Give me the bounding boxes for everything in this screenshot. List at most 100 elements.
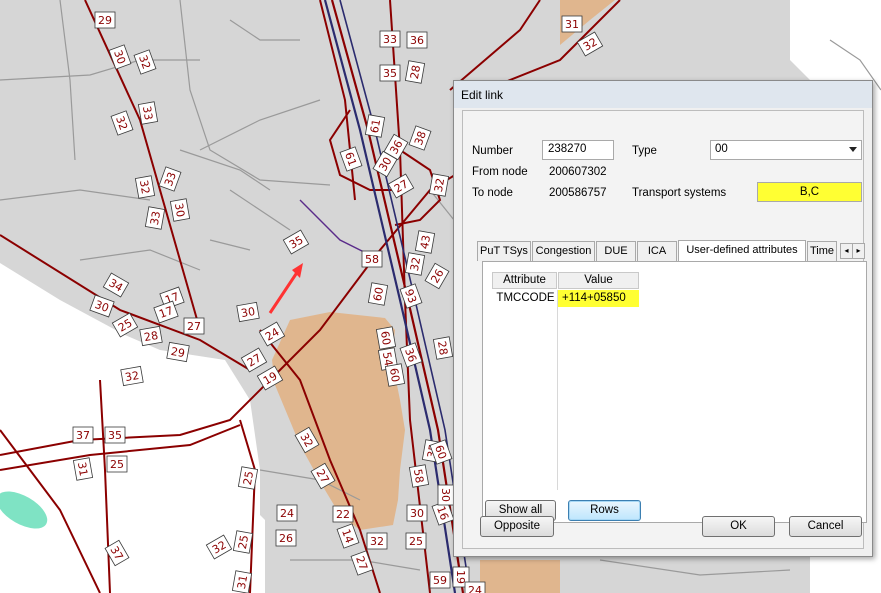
svg-text:26: 26 xyxy=(279,532,293,545)
transport-systems-label: Transport systems xyxy=(632,187,727,199)
svg-text:27: 27 xyxy=(187,320,201,333)
svg-text:25: 25 xyxy=(241,470,256,486)
link-label: 37 xyxy=(72,426,94,444)
svg-text:59: 59 xyxy=(433,574,447,587)
svg-text:33: 33 xyxy=(148,210,163,226)
svg-text:36: 36 xyxy=(410,34,424,47)
link-label: 31 xyxy=(231,570,253,593)
svg-text:35: 35 xyxy=(108,429,122,442)
svg-text:37: 37 xyxy=(76,429,90,442)
svg-text:32: 32 xyxy=(124,369,140,384)
rows-button[interactable]: Rows xyxy=(568,500,641,521)
link-label: 58 xyxy=(408,464,430,488)
link-label: 43 xyxy=(414,230,436,254)
svg-text:24: 24 xyxy=(280,507,294,520)
table-row-attribute[interactable]: TMCCODE xyxy=(494,290,557,307)
svg-text:43: 43 xyxy=(418,234,433,250)
from-node-label: From node xyxy=(472,166,528,178)
type-label: Type xyxy=(632,145,657,157)
dialog-title: Edit link xyxy=(461,88,504,102)
svg-text:33: 33 xyxy=(140,105,155,121)
link-label: 33 xyxy=(144,206,166,230)
tab-user-defined-attributes[interactable]: User-defined attributes xyxy=(678,240,806,262)
link-label: 58 xyxy=(361,250,383,268)
link-label: 35 xyxy=(104,426,126,444)
svg-text:31: 31 xyxy=(75,461,90,477)
dialog-titlebar[interactable]: Edit link xyxy=(454,81,872,108)
link-label: 25 xyxy=(106,455,128,473)
svg-text:25: 25 xyxy=(236,534,251,550)
svg-text:31: 31 xyxy=(235,574,250,590)
link-label: 59 xyxy=(429,571,451,589)
link-label: 60 xyxy=(384,363,406,387)
svg-text:29: 29 xyxy=(98,14,112,27)
svg-text:33: 33 xyxy=(383,33,397,46)
link-label: 29 xyxy=(166,341,190,363)
to-node-label: To node xyxy=(472,187,513,199)
user-defined-attributes-panel: Attribute Value TMCCODE +114+05850 Show … xyxy=(482,261,867,523)
link-label: 30 xyxy=(236,301,260,323)
grid-divider xyxy=(557,290,558,490)
number-label: Number xyxy=(472,145,513,157)
tab-scroll-right-icon[interactable]: ▸ xyxy=(852,243,865,259)
number-field[interactable]: 238270 xyxy=(542,140,614,160)
tab-put-tsys[interactable]: PuT TSys xyxy=(477,241,531,261)
svg-text:30: 30 xyxy=(439,488,452,502)
link-label: 25 xyxy=(405,532,427,550)
link-label: 33 xyxy=(379,30,401,48)
from-node-value: 200607302 xyxy=(549,166,607,178)
svg-text:30: 30 xyxy=(172,202,187,218)
svg-text:60: 60 xyxy=(371,286,386,302)
svg-text:25: 25 xyxy=(110,458,124,471)
link-label: 22 xyxy=(332,505,354,523)
svg-text:28: 28 xyxy=(408,64,423,80)
link-label: 32 xyxy=(120,365,144,387)
value-column-header[interactable]: Value xyxy=(558,272,639,289)
link-label: 25 xyxy=(232,530,254,554)
svg-text:25: 25 xyxy=(409,535,423,548)
link-label: 60 xyxy=(375,326,397,350)
svg-text:30: 30 xyxy=(240,305,256,320)
link-label: 27 xyxy=(183,317,205,335)
svg-text:32: 32 xyxy=(137,179,152,195)
table-row-value[interactable]: +114+05850 xyxy=(558,290,639,307)
dialog-body: Number 238270 Type 00 From node 20060730… xyxy=(462,110,867,549)
link-label: 33 xyxy=(137,101,159,125)
tab-time[interactable]: Time xyxy=(807,241,837,261)
svg-text:30: 30 xyxy=(410,507,424,520)
link-label: 24 xyxy=(276,504,298,522)
tab-due[interactable]: DUE xyxy=(596,241,636,261)
link-label: 60 xyxy=(367,282,389,306)
svg-text:24: 24 xyxy=(468,584,482,593)
svg-text:61: 61 xyxy=(368,118,383,134)
attributes-grid: Attribute Value TMCCODE +114+05850 xyxy=(492,270,847,490)
type-select-value: 00 xyxy=(715,143,728,155)
link-label: 25 xyxy=(237,466,259,490)
sand-area-bottom xyxy=(480,560,560,593)
link-label: 32 xyxy=(404,252,426,276)
svg-text:28: 28 xyxy=(435,340,450,356)
tab-congestion[interactable]: Congestion xyxy=(532,241,595,261)
type-select[interactable]: 00 xyxy=(710,140,862,160)
svg-text:60: 60 xyxy=(378,330,393,346)
link-label: 28 xyxy=(404,60,426,84)
transport-systems-field[interactable]: B,C xyxy=(757,182,862,202)
link-label: 32 xyxy=(366,532,388,550)
cancel-button[interactable]: Cancel xyxy=(789,516,862,537)
link-label: 30 xyxy=(437,484,455,506)
chevron-down-icon xyxy=(849,147,857,152)
svg-text:54: 54 xyxy=(380,351,395,367)
ok-button[interactable]: OK xyxy=(702,516,775,537)
to-node-value: 200586757 xyxy=(549,187,607,199)
svg-text:58: 58 xyxy=(365,253,379,266)
svg-text:29: 29 xyxy=(170,345,186,360)
attribute-column-header[interactable]: Attribute xyxy=(492,272,557,289)
link-label: 32 xyxy=(428,173,450,197)
opposite-button[interactable]: Opposite xyxy=(480,516,554,537)
link-label: 35 xyxy=(379,64,401,82)
tab-ica[interactable]: ICA xyxy=(637,241,677,261)
svg-text:32: 32 xyxy=(408,256,423,272)
link-label: 28 xyxy=(432,336,454,360)
link-label: 24 xyxy=(464,581,486,593)
svg-text:31: 31 xyxy=(565,18,579,31)
